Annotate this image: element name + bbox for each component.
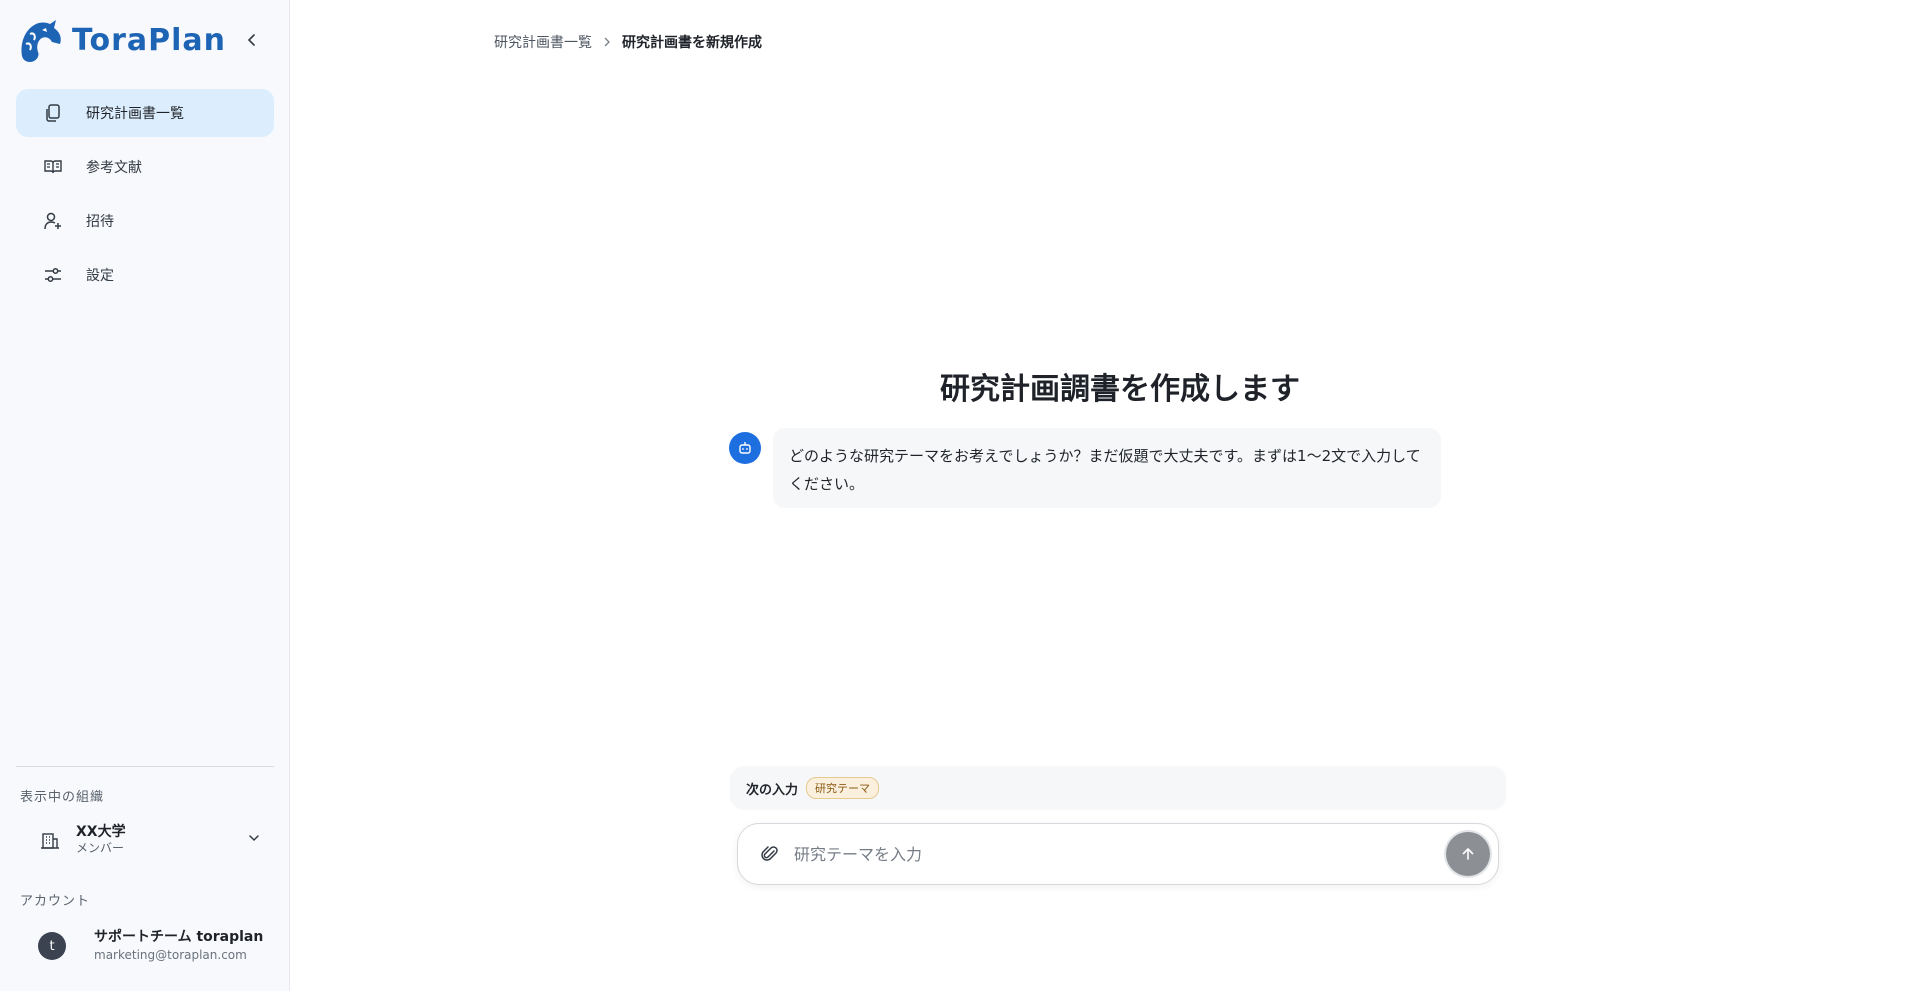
collapse-sidebar-button[interactable]: [240, 28, 264, 52]
robot-icon: [739, 442, 751, 454]
breadcrumb-current: 研究計画書を新規作成: [622, 35, 762, 51]
sidebar-item-invite[interactable]: 招待: [16, 197, 274, 245]
sidebar-nav: 研究計画書一覧 参考文献 招待 設定: [16, 89, 274, 305]
chevron-right-icon: [602, 37, 612, 47]
next-input-label: 次の入力: [746, 782, 799, 798]
tiger-logo-icon: [21, 20, 61, 62]
sidebar-item-plans[interactable]: 研究計画書一覧: [16, 89, 274, 137]
chevron-left-icon: [247, 34, 255, 46]
research-theme-input[interactable]: [794, 844, 1446, 864]
brand[interactable]: ToraPlan: [16, 16, 226, 64]
sidebar-item-label: 招待: [86, 214, 114, 230]
org-section-label: 表示中の組織: [20, 790, 105, 805]
sidebar-item-label: 設定: [86, 268, 114, 284]
sidebar-item-label: 研究計画書一覧: [86, 106, 184, 122]
sidebar-item-references[interactable]: 参考文献: [16, 143, 274, 191]
documents-icon: [42, 102, 64, 124]
sidebar-divider: [16, 766, 274, 767]
user-plus-icon: [42, 210, 64, 232]
account-menu[interactable]: t サポートチーム toraplan marketing@toraplan.co…: [16, 922, 274, 970]
org-switcher[interactable]: XX大学 メンバー: [16, 816, 274, 864]
org-role: メンバー: [76, 841, 125, 855]
avatar: t: [38, 932, 66, 960]
paperclip-icon: [761, 846, 778, 861]
next-input-tag: 研究テーマ: [806, 777, 880, 799]
breadcrumb: 研究計画書一覧 研究計画書を新規作成: [494, 32, 762, 52]
chevron-down-icon: [249, 835, 259, 842]
page-title: 研究計画調書を作成します: [940, 372, 1300, 407]
sidebar-item-label: 参考文献: [86, 160, 142, 176]
sidebar: ToraPlan 研究計画書一覧 参考文献 招待 設定 表示中の組織 XX大学 …: [0, 0, 290, 991]
sidebar-item-settings[interactable]: 設定: [16, 251, 274, 299]
sliders-icon: [42, 264, 64, 286]
bot-message: どのような研究テーマをお考えでしょうか？まだ仮題で大丈夫です。まずは1〜2文で入…: [773, 428, 1441, 508]
account-name: サポートチーム toraplan: [94, 929, 264, 945]
next-input-indicator: 次の入力 研究テーマ: [730, 766, 1506, 810]
breadcrumb-parent-link[interactable]: 研究計画書一覧: [494, 32, 592, 52]
account-section-label: アカウント: [20, 894, 91, 909]
arrow-up-icon: [1462, 848, 1474, 860]
building-icon: [41, 833, 59, 849]
bot-avatar: [729, 432, 761, 464]
book-open-icon: [42, 156, 64, 178]
account-email: marketing@toraplan.com: [94, 948, 247, 962]
send-button[interactable]: [1446, 832, 1490, 876]
attach-button[interactable]: [758, 842, 782, 866]
org-name: XX大学: [76, 824, 126, 840]
brand-name: ToraPlan: [72, 22, 227, 58]
chat-composer: [737, 823, 1499, 885]
